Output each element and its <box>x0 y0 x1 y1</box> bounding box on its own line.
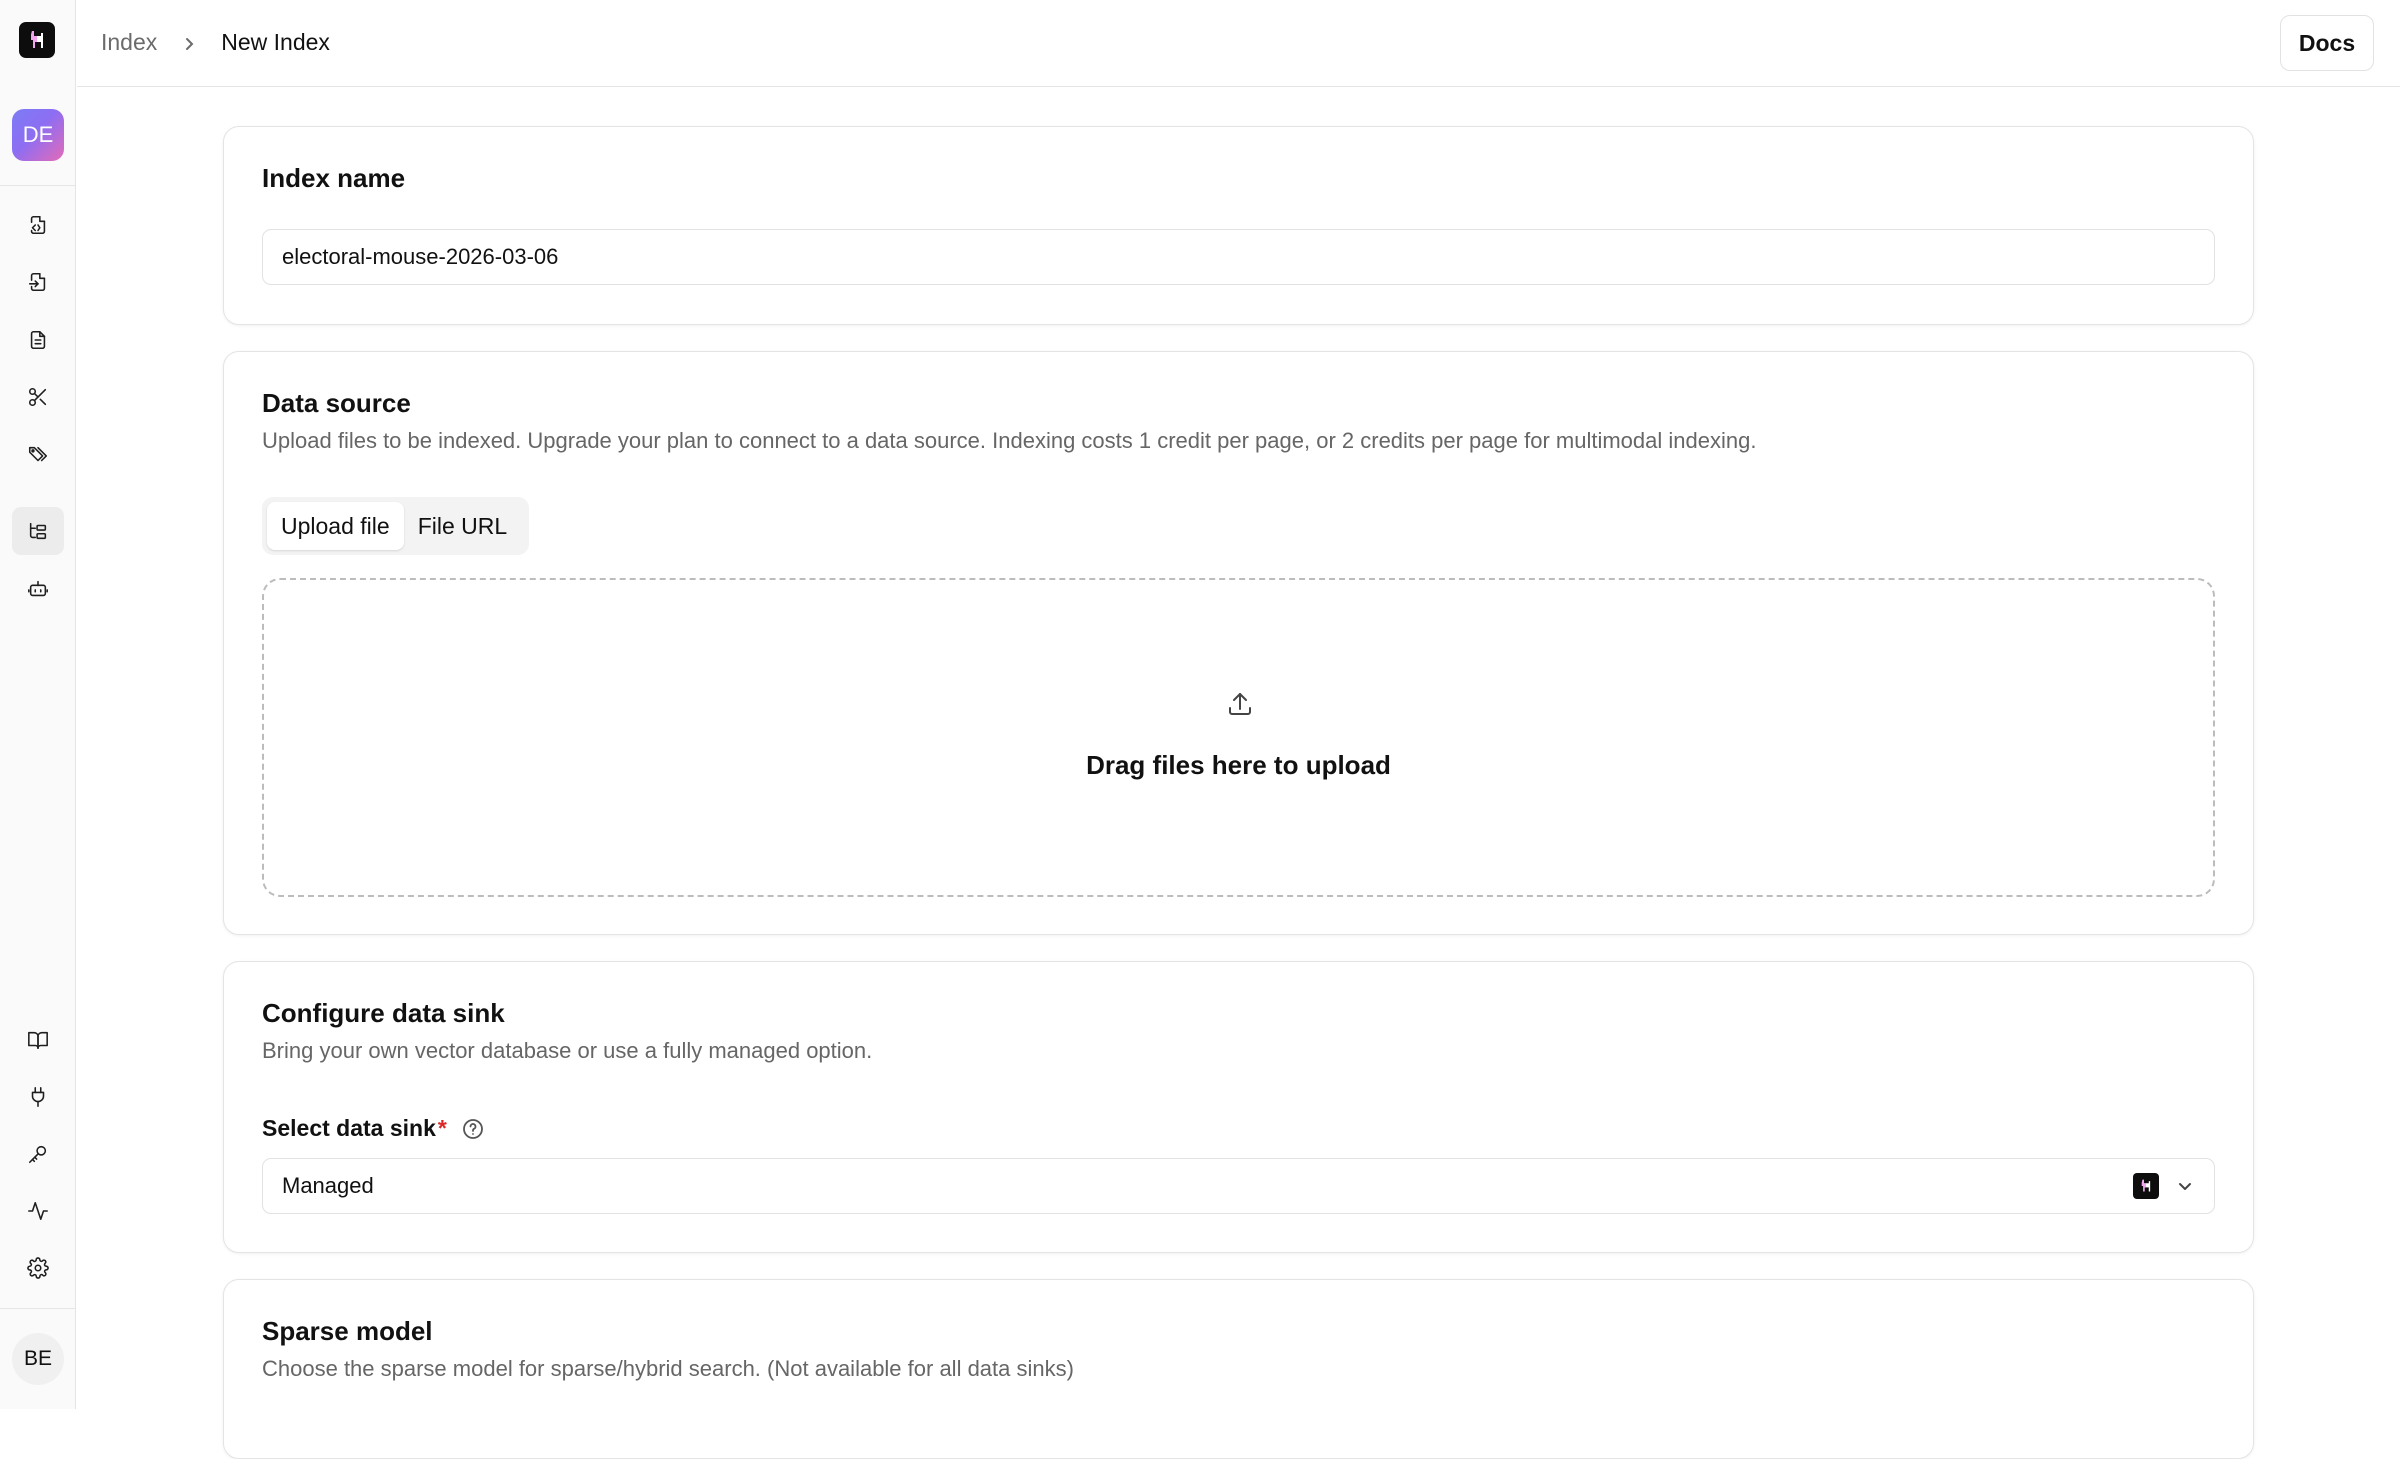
top-bar: Index New Index Docs <box>77 0 2400 87</box>
sidebar-item-documents[interactable] <box>12 316 64 364</box>
data-source-title: Data source <box>262 388 411 418</box>
plug-icon <box>31 1087 45 1107</box>
sidebar-item-activity[interactable] <box>12 1187 64 1235</box>
bot-icon <box>28 580 48 597</box>
sidebar-item-classify[interactable] <box>12 431 64 479</box>
sparse-model-description: Choose the sparse model for sparse/hybri… <box>262 1356 1074 1381</box>
sidebar-item-extract[interactable] <box>12 258 64 306</box>
docs-button[interactable]: Docs <box>2280 15 2374 71</box>
sidebar-divider <box>0 185 76 186</box>
sidebar-item-index[interactable] <box>12 507 64 555</box>
data-source-description: Upload files to be indexed. Upgrade your… <box>262 428 1757 453</box>
book-open-icon <box>28 1031 48 1050</box>
sidebar-item-docs[interactable] <box>12 1016 64 1064</box>
sidebar-item-integrations[interactable] <box>12 1073 64 1121</box>
key-icon <box>28 1145 47 1164</box>
select-data-sink-label-text: Select data sink <box>262 1115 436 1141</box>
source-type-tabs: Upload file File URL <box>262 497 529 555</box>
llama-logo-icon <box>2133 1173 2159 1199</box>
llama-logo-icon[interactable] <box>19 22 55 58</box>
data-sink-card: Configure data sink Bring your own vecto… <box>223 961 2254 1253</box>
chevron-right-icon <box>179 33 199 53</box>
data-source-card: Data source Upload files to be indexed. … <box>223 351 2254 935</box>
data-sink-title: Configure data sink <box>262 998 505 1028</box>
index-name-input[interactable] <box>262 229 2215 285</box>
file-text-icon <box>30 330 46 350</box>
tags-icon <box>28 446 48 462</box>
sidebar-item-agents[interactable] <box>12 565 64 613</box>
workspace-avatar[interactable]: DE <box>12 109 64 161</box>
sidebar-item-api-keys[interactable] <box>12 1130 64 1178</box>
sidebar-item-parse[interactable] <box>12 201 64 249</box>
data-sink-description: Bring your own vector database or use a … <box>262 1038 873 1063</box>
file-import-icon <box>28 272 46 292</box>
sparse-model-card: Sparse model Choose the sparse model for… <box>223 1279 2254 1459</box>
index-name-card: Index name <box>223 126 2254 325</box>
dropzone-text: Drag files here to upload <box>1086 750 1391 780</box>
sidebar: DE BE <box>0 0 76 1409</box>
data-sink-select[interactable]: Managed <box>262 1158 2215 1214</box>
activity-icon <box>28 1201 48 1221</box>
file-dropzone[interactable]: Drag files here to upload <box>262 578 2215 897</box>
file-code-icon <box>30 215 46 235</box>
sidebar-divider <box>0 1308 76 1309</box>
tree-list-icon <box>29 522 47 540</box>
sidebar-item-split[interactable] <box>12 373 64 421</box>
tab-upload-file[interactable]: Upload file <box>267 502 404 550</box>
index-name-title: Index name <box>262 163 406 193</box>
data-sink-selected-value: Managed <box>282 1173 374 1198</box>
scissors-icon <box>28 387 47 407</box>
sidebar-item-settings[interactable] <box>12 1244 64 1292</box>
help-circle-icon[interactable] <box>461 1117 485 1141</box>
breadcrumb-current: New Index <box>221 29 330 55</box>
user-avatar[interactable]: BE <box>12 1333 64 1385</box>
breadcrumb-index-link[interactable]: Index <box>101 29 157 56</box>
upload-icon <box>1225 689 1255 719</box>
select-data-sink-label: Select data sink * <box>262 1115 485 1142</box>
required-mark: * <box>437 1115 447 1141</box>
tab-file-url[interactable]: File URL <box>404 502 521 550</box>
gear-icon <box>27 1257 49 1279</box>
sparse-model-title: Sparse model <box>262 1316 433 1346</box>
chevron-down-icon <box>2175 1176 2195 1196</box>
breadcrumb: Index New Index <box>101 29 330 56</box>
